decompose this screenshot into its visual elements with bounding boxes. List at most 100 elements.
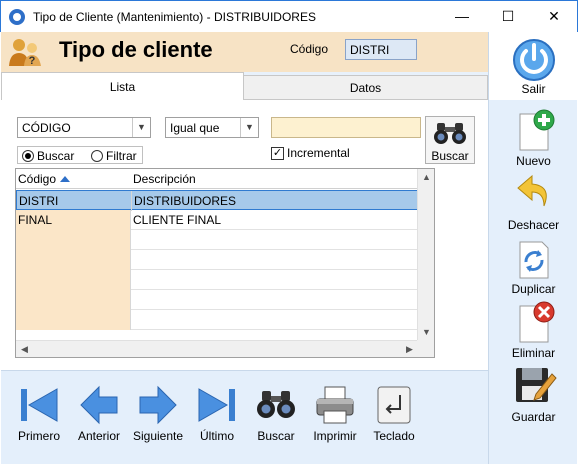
list-panel: CÓDIGO ▼ Igual que ▼ Buscar Filtrar ✓ In… bbox=[1, 100, 488, 370]
window-title: Tipo de Cliente (Mantenimiento) - DISTRI… bbox=[33, 10, 316, 24]
cell-code bbox=[16, 290, 131, 310]
binoculars-icon bbox=[257, 391, 295, 418]
duplicate-label: Duplicar bbox=[511, 282, 556, 296]
radio-buscar[interactable]: Buscar bbox=[22, 149, 74, 163]
code-label: Código bbox=[290, 42, 329, 56]
table-row-empty bbox=[16, 270, 418, 290]
column-header-description[interactable]: Descripción bbox=[133, 172, 196, 186]
tab-lista[interactable]: Lista bbox=[1, 72, 244, 101]
next-label: Siguiente bbox=[132, 429, 184, 443]
save-label: Guardar bbox=[511, 410, 556, 424]
column-header-code-label: Código bbox=[18, 172, 57, 186]
scroll-left-icon[interactable]: ◀ bbox=[16, 341, 33, 357]
printer-icon bbox=[316, 386, 354, 424]
cell-code bbox=[16, 250, 131, 270]
print-label: Imprimir bbox=[313, 429, 357, 443]
sort-ascending-icon bbox=[60, 176, 71, 182]
radio-empty-icon[interactable] bbox=[91, 150, 103, 162]
cell-code bbox=[16, 310, 131, 330]
incremental-checkbox[interactable]: ✓ Incremental bbox=[271, 146, 350, 160]
cell-code bbox=[16, 270, 131, 290]
exit-button-area: Salir bbox=[489, 32, 578, 100]
scrollbar-corner bbox=[417, 340, 434, 357]
search-input[interactable] bbox=[271, 117, 421, 138]
previous-record-button[interactable]: Anterior bbox=[75, 383, 123, 443]
search-button[interactable]: Buscar bbox=[425, 116, 475, 164]
delete-button[interactable]: Eliminar bbox=[489, 300, 578, 360]
keyboard-label: Teclado bbox=[373, 429, 415, 443]
table-row-empty bbox=[16, 290, 418, 310]
scroll-up-icon[interactable]: ▲ bbox=[418, 169, 434, 186]
horizontal-scrollbar[interactable]: ◀ ▶ bbox=[16, 340, 418, 357]
exit-label: Salir bbox=[521, 82, 546, 96]
save-button[interactable]: Guardar bbox=[489, 364, 578, 424]
undo-icon bbox=[516, 174, 547, 207]
radio-selected-icon[interactable] bbox=[22, 150, 34, 162]
duplicate-button[interactable]: Duplicar bbox=[489, 236, 578, 296]
delete-icon bbox=[519, 301, 554, 343]
incremental-label: Incremental bbox=[287, 146, 350, 160]
code-field[interactable]: DISTRI bbox=[345, 39, 417, 60]
find-label: Buscar bbox=[257, 429, 295, 443]
column-header-code[interactable]: Código bbox=[18, 172, 71, 186]
duplicate-icon bbox=[519, 241, 548, 279]
table-row-empty bbox=[16, 230, 418, 250]
tab-strip: Lista Datos bbox=[1, 72, 488, 101]
cell-code: FINAL bbox=[16, 210, 131, 230]
customers-icon: ? bbox=[9, 39, 41, 67]
search-button-label: Buscar bbox=[431, 149, 469, 163]
svg-text:?: ? bbox=[29, 55, 36, 67]
cell-description: CLIENTE FINAL bbox=[133, 213, 222, 227]
last-record-button[interactable]: Último bbox=[195, 383, 239, 443]
maximize-button[interactable]: ☐ bbox=[485, 1, 531, 32]
binoculars-icon bbox=[434, 123, 466, 144]
table-row-empty bbox=[16, 310, 418, 330]
undo-label: Deshacer bbox=[507, 218, 560, 232]
checkbox-checked-icon[interactable]: ✓ bbox=[271, 146, 284, 160]
exit-button[interactable]: Salir bbox=[489, 36, 578, 96]
radio-filtrar[interactable]: Filtrar bbox=[91, 149, 137, 163]
records-grid: Código Descripción DISTRI DISTRIBUIDORES… bbox=[15, 168, 435, 358]
first-icon bbox=[21, 388, 58, 422]
first-label: Primero bbox=[17, 429, 60, 443]
scroll-right-icon[interactable]: ▶ bbox=[401, 341, 418, 357]
grid-header: Código Descripción bbox=[16, 169, 418, 189]
search-field-value: CÓDIGO bbox=[22, 121, 71, 135]
next-record-button[interactable]: Siguiente bbox=[131, 383, 185, 443]
cell-code bbox=[16, 230, 131, 250]
vertical-scrollbar[interactable]: ▲ ▼ bbox=[417, 169, 434, 341]
cell-code: DISTRI bbox=[17, 191, 132, 211]
search-field-select[interactable]: CÓDIGO ▼ bbox=[17, 117, 151, 138]
operator-select[interactable]: Igual que ▼ bbox=[165, 117, 259, 138]
operator-value: Igual que bbox=[170, 121, 220, 135]
first-record-button[interactable]: Primero bbox=[15, 383, 63, 443]
search-mode-group: Buscar Filtrar bbox=[17, 146, 143, 164]
keyboard-button[interactable]: Teclado bbox=[369, 383, 419, 443]
power-icon bbox=[512, 39, 555, 81]
last-icon bbox=[198, 388, 235, 422]
previous-label: Anterior bbox=[77, 429, 121, 443]
new-button[interactable]: Nuevo bbox=[489, 108, 578, 168]
table-row[interactable]: FINAL CLIENTE FINAL bbox=[16, 210, 418, 230]
navigation-bar: Primero Anterior Siguiente Último Buscar bbox=[1, 370, 488, 464]
radio-filtrar-label: Filtrar bbox=[106, 149, 137, 163]
arrow-left-icon bbox=[80, 385, 118, 425]
chevron-down-icon[interactable]: ▼ bbox=[132, 118, 150, 137]
form-header: ? Tipo de cliente Código DISTRI bbox=[1, 32, 488, 72]
app-icon bbox=[9, 9, 25, 25]
undo-button[interactable]: Deshacer bbox=[489, 172, 578, 232]
scroll-down-icon[interactable]: ▼ bbox=[418, 324, 434, 341]
print-button[interactable]: Imprimir bbox=[309, 383, 361, 443]
cell-description: DISTRIBUIDORES bbox=[134, 194, 237, 208]
find-button[interactable]: Buscar bbox=[251, 383, 301, 443]
minimize-button[interactable]: — bbox=[439, 1, 485, 32]
last-label: Último bbox=[199, 429, 234, 443]
table-row[interactable]: DISTRI DISTRIBUIDORES bbox=[16, 190, 418, 211]
table-row-empty bbox=[16, 250, 418, 270]
window-titlebar: Tipo de Cliente (Mantenimiento) - DISTRI… bbox=[0, 0, 578, 32]
tab-datos[interactable]: Datos bbox=[244, 75, 488, 100]
chevron-down-icon[interactable]: ▼ bbox=[240, 118, 258, 137]
close-button[interactable]: ✕ bbox=[531, 1, 577, 32]
arrow-right-icon bbox=[139, 385, 177, 425]
radio-buscar-label: Buscar bbox=[37, 149, 75, 163]
